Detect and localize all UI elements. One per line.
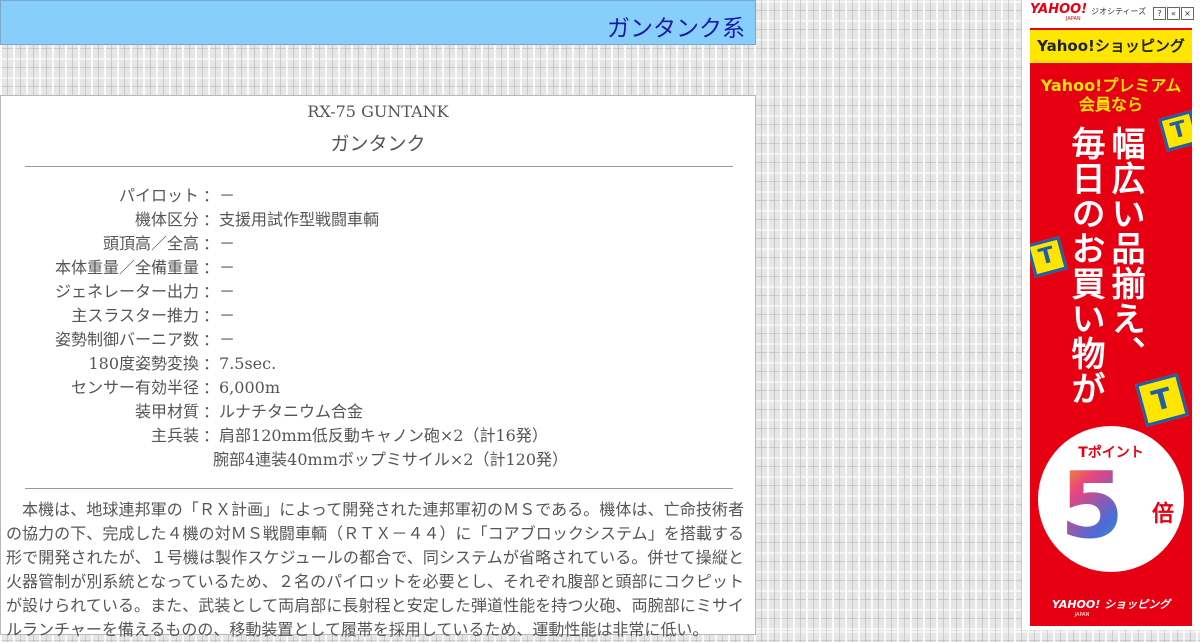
spec-value: ：－ [203, 330, 236, 349]
spec-row-weapons: 主兵装 ：肩部120mm低反動キャノン砲×2（計16発） [1, 424, 755, 448]
spec-separator: ： [203, 258, 220, 277]
spec-value: ：－ [203, 282, 236, 301]
page-title: ガンタンク系 [607, 16, 745, 42]
ad-caption: ジオシティーズ [1091, 7, 1147, 16]
spec-label: 頭頂高／全高 [102, 234, 199, 253]
yahoo-shopping-logo: YAHOO! ショッピング [1051, 598, 1171, 611]
spec-label: 装甲材質 [134, 402, 199, 421]
spec-separator: ： [203, 354, 220, 373]
spec-separator: ： [203, 426, 220, 445]
spec-label: 主スラスター推力 [71, 306, 199, 325]
premium-line-2: 会員なら [1078, 95, 1143, 114]
badge-number: 5 [1060, 446, 1124, 566]
spec-separator: ： [203, 234, 220, 253]
spec-label: 姿勢制御バーニア数 [54, 330, 199, 349]
spec-value: ：－ [203, 258, 236, 277]
spec-row-classification: 機体区分 ：支援用試作型戦闘車輌 [1, 208, 755, 232]
t-point-cube-icon: T [1158, 110, 1192, 152]
t-point-badge: Tポイント 5 倍 [1038, 426, 1184, 572]
slogan-line-2: 毎日のお買い物が [1065, 126, 1105, 406]
spec-row-pilot: パイロット ：－ [1, 184, 755, 208]
ad-close-button[interactable]: × [1181, 7, 1194, 20]
spec-value: ：肩部120mm低反動キャノン砲×2（計16発） [203, 426, 548, 445]
badge-unit: 倍 [1152, 502, 1175, 527]
spec-row-verniers: 姿勢制御バーニア数 ：－ [1, 328, 755, 352]
unit-profile-panel: RX-75 GUNTANK ガンタンク パイロット ：－ 機体区分 ：支援用試作… [0, 95, 756, 639]
divider-bottom [25, 488, 733, 489]
spec-separator: ： [203, 282, 220, 301]
spec-label: パイロット [118, 186, 199, 205]
model-name: ガンタンク [330, 133, 426, 155]
premium-text: Yahoo!プレミアム 会員なら [1030, 76, 1192, 114]
spec-value: 腕部4連装40mmボップミサイル×2（計120発） [213, 450, 569, 469]
spec-value: ：－ [203, 186, 236, 205]
spec-separator: ： [203, 210, 220, 229]
spec-label: センサー有効半径 [70, 378, 199, 397]
t-point-cube-icon: T [1135, 373, 1189, 427]
spec-label: 本体重量／全備重量 [54, 258, 199, 277]
spec-row-thrust: 主スラスター推力 ：－ [1, 304, 755, 328]
model-code: RX-75 GUNTANK [307, 102, 449, 121]
ad-help-button[interactable]: ? [1153, 7, 1166, 20]
spec-value: ：－ [203, 234, 236, 253]
spec-row-weapons-2: 腕部4連装40mmボップミサイル×2（計120発） [1, 448, 755, 472]
spec-value: ：6,000m [203, 378, 280, 397]
page-header: ガンタンク系 [0, 0, 756, 45]
unit-description: 本機は、地球連邦軍の「ＲＸ計画」によって開発された連邦軍初のＭＳである。機体は、… [6, 500, 744, 639]
yahoo-logo[interactable]: YAHOO! [1030, 3, 1087, 16]
ad-expand-button[interactable]: « [1167, 7, 1180, 20]
spec-value: ：－ [203, 306, 236, 325]
spec-separator: ： [203, 186, 220, 205]
spec-label: 機体区分 [134, 210, 199, 229]
ad-sidebar: YAHOO! JAPAN ジオシティーズ ? « × Yahoo!ショッピング … [1022, 0, 1200, 630]
spec-row-height: 頭頂高／全高 ：－ [1, 232, 755, 256]
yahoo-logo-sub: JAPAN [1066, 16, 1081, 22]
t-point-cube-icon: T [1030, 236, 1068, 278]
spec-row-sensor: センサー有効半径 ：6,000m [1, 376, 755, 400]
ad-banner[interactable]: Yahoo!ショッピング Yahoo!プレミアム 会員なら 幅広い品揃え、 毎日… [1030, 28, 1192, 626]
spec-value: ：7.5sec. [203, 354, 277, 373]
spec-separator: ： [203, 306, 220, 325]
shopping-label: Yahoo!ショッピング [1030, 30, 1192, 63]
spec-label: 主兵装 [150, 426, 199, 445]
spec-row-turn: 180度姿勢変換 ：7.5sec. [1, 352, 755, 376]
spec-value: ：ルナチタニウム合金 [203, 402, 364, 421]
spec-row-generator: ジェネレーター出力 ：－ [1, 280, 755, 304]
ad-header: YAHOO! JAPAN ジオシティーズ ? « × [1022, 0, 1200, 28]
spec-row-armor: 装甲材質 ：ルナチタニウム合金 [1, 400, 755, 424]
spec-label: ジェネレーター出力 [54, 282, 199, 301]
spec-value: ：支援用試作型戦闘車輌 [203, 210, 380, 229]
divider-top [25, 166, 733, 167]
spec-label: 180度姿勢変換 [88, 354, 199, 373]
spec-separator: ： [203, 402, 220, 421]
spec-separator: ： [203, 330, 220, 349]
spec-table: パイロット ：－ 機体区分 ：支援用試作型戦闘車輌 頭頂高／全高 ：－ 本体重量… [1, 184, 755, 472]
yahoo-shopping-logo-sub: JAPAN [1074, 612, 1090, 618]
slogan-line-1: 幅広い品揃え、 [1105, 126, 1145, 371]
spec-separator: ： [203, 378, 220, 397]
spec-row-weight: 本体重量／全備重量 ：－ [1, 256, 755, 280]
premium-line-1: Yahoo!プレミアム [1040, 76, 1182, 95]
